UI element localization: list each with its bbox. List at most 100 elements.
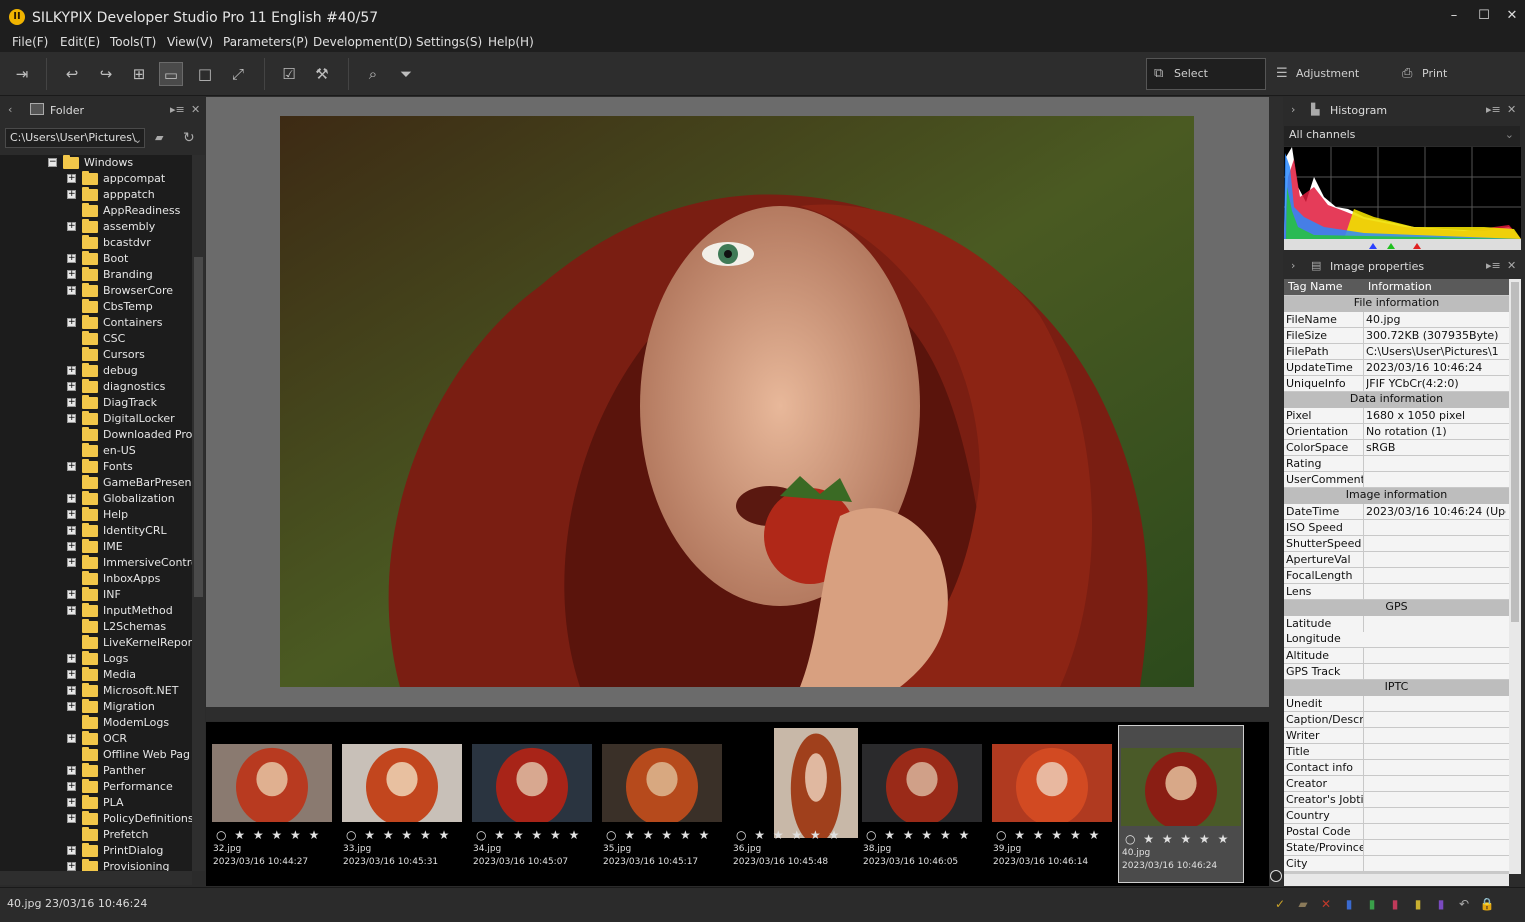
properties-row[interactable]: Lens — [1284, 584, 1509, 600]
tree-item[interactable]: Downloaded Pro — [0, 427, 192, 443]
properties-row[interactable]: Creator's Jobtit — [1284, 792, 1509, 808]
tree-item[interactable]: + DigitalLocker — [0, 411, 192, 427]
properties-row[interactable]: FileName 40.jpg — [1284, 312, 1509, 328]
properties-horizontal-scrollbar[interactable] — [1284, 874, 1509, 886]
tree-item[interactable]: Prefetch — [0, 827, 192, 843]
expand-toggle-icon[interactable]: + — [67, 174, 76, 183]
fullscreen-icon[interactable]: ⤢ — [226, 62, 250, 86]
preview-filmstrip-view-icon[interactable]: ▭ — [159, 62, 183, 86]
tree-item[interactable]: CbsTemp — [0, 299, 192, 315]
filmstrip-thumbnail[interactable]: ○ ★ ★ ★ ★ ★ 40.jpg 2023/03/16 10:46:24 — [1118, 725, 1244, 883]
properties-row[interactable]: ApertureVal — [1284, 552, 1509, 568]
menu-development[interactable]: Development(D) — [313, 35, 412, 49]
tree-item[interactable]: LiveKernelReport — [0, 635, 192, 651]
expand-toggle-icon[interactable]: + — [67, 766, 76, 775]
tree-item[interactable]: + Containers — [0, 315, 192, 331]
tree-item[interactable]: + Branding — [0, 267, 192, 283]
print-mode-button[interactable]: ⎙ Print — [1402, 58, 1447, 90]
tag-tool-icon[interactable]: ⚒ — [310, 62, 334, 86]
expand-toggle-icon[interactable]: + — [67, 542, 76, 551]
preview-horizontal-scrollbar[interactable] — [206, 707, 1269, 721]
properties-row[interactable]: ColorSpace sRGB — [1284, 440, 1509, 456]
properties-row[interactable]: Altitude — [1284, 648, 1509, 664]
expand-toggle-icon[interactable]: + — [67, 670, 76, 679]
tree-item[interactable]: + Performance — [0, 779, 192, 795]
properties-row[interactable]: FileSize 300.72KB (307935Byte) — [1284, 328, 1509, 344]
properties-row[interactable]: Orientation No rotation (1) — [1284, 424, 1509, 440]
lock-icon[interactable]: 🔒 — [1479, 896, 1495, 912]
tree-item[interactable]: + PrintDialog — [0, 843, 192, 859]
properties-row[interactable]: DateTime 2023/03/16 10:46:24 (Upd — [1284, 504, 1509, 520]
tree-item[interactable]: ModemLogs — [0, 715, 192, 731]
adjustment-mode-button[interactable]: ☰ Adjustment — [1276, 58, 1359, 90]
rating-stars[interactable]: ○ ★ ★ ★ ★ ★ — [606, 828, 711, 842]
folder-tree[interactable]: − Windows + appcompat + apppatch AppReadiness +… — [0, 155, 192, 871]
menu-edit[interactable]: Edit(E) — [60, 35, 100, 49]
panel-menu-icon[interactable]: ▸≡ — [170, 103, 185, 116]
tree-item[interactable]: + PolicyDefinitions — [0, 811, 192, 827]
tree-item[interactable]: GameBarPresenc — [0, 475, 192, 491]
properties-row[interactable]: Latitude Longitude — [1284, 616, 1509, 648]
properties-row[interactable]: Caption/Descri — [1284, 712, 1509, 728]
properties-row[interactable]: Unedit — [1284, 696, 1509, 712]
filter-icon[interactable]: ⏷ — [394, 62, 418, 86]
tree-item[interactable]: + apppatch — [0, 187, 192, 203]
expand-toggle-icon[interactable]: + — [67, 606, 76, 615]
panel-menu-icon[interactable]: ▸≡ — [1486, 103, 1501, 116]
expand-toggle-icon[interactable]: + — [67, 782, 76, 791]
tree-item[interactable]: + InputMethod — [0, 603, 192, 619]
select-mode-label[interactable]: ⧉ Select — [1154, 58, 1208, 90]
properties-row[interactable]: UniqueInfo JFIF YCbCr(4:2:0) — [1284, 376, 1509, 392]
delete-icon[interactable]: ✕ — [1318, 896, 1334, 912]
properties-row[interactable]: UpdateTime 2023/03/16 10:46:24 — [1284, 360, 1509, 376]
tree-item[interactable]: + IdentityCRL — [0, 523, 192, 539]
menu-view[interactable]: View(V) — [167, 35, 213, 49]
expand-toggle-icon[interactable]: + — [67, 510, 76, 519]
tree-item[interactable]: L2Schemas — [0, 619, 192, 635]
tree-item-windows[interactable]: − Windows — [0, 155, 192, 171]
grid-view-icon[interactable]: ⊞ — [127, 62, 151, 86]
rating-stars[interactable]: ○ ★ ★ ★ ★ ★ — [216, 828, 321, 842]
tree-item[interactable]: + Microsoft.NET — [0, 683, 192, 699]
tree-item[interactable]: + Migration — [0, 699, 192, 715]
tree-item[interactable]: + appcompat — [0, 171, 192, 187]
minimize-button[interactable]: – — [1442, 6, 1466, 26]
collapse-chevron-icon[interactable]: ‹ — [8, 103, 12, 116]
filmstrip-thumbnail[interactable]: ○ ★ ★ ★ ★ ★ 33.jpg 2023/03/16 10:45:31 — [340, 722, 468, 886]
tree-item[interactable]: bcastdvr — [0, 235, 192, 251]
properties-scroll-thumb[interactable] — [1511, 282, 1519, 622]
panel-close-icon[interactable]: ✕ — [1507, 103, 1516, 116]
tree-item[interactable]: + Logs — [0, 651, 192, 667]
next-image-icon[interactable]: ↪ — [94, 62, 118, 86]
open-folder-icon[interactable]: ▰ — [155, 131, 163, 144]
expand-toggle-icon[interactable]: + — [67, 686, 76, 695]
tree-item[interactable]: + Help — [0, 507, 192, 523]
filmstrip-thumbnail[interactable]: ○ ★ ★ ★ ★ ★ 38.jpg 2023/03/16 10:46:05 — [860, 722, 988, 886]
properties-row[interactable]: GPS Track — [1284, 664, 1509, 680]
label-green-icon[interactable]: ▮ — [1364, 896, 1380, 912]
properties-row[interactable]: State/Province — [1284, 840, 1509, 856]
tree-item[interactable]: + Globalization — [0, 491, 192, 507]
label-purple-icon[interactable]: ▮ — [1433, 896, 1449, 912]
expand-toggle-icon[interactable]: + — [67, 702, 76, 711]
properties-row[interactable]: FocalLength — [1284, 568, 1509, 584]
tree-scroll-thumb[interactable] — [194, 257, 203, 597]
properties-row[interactable]: Country — [1284, 808, 1509, 824]
properties-row[interactable]: Postal Code — [1284, 824, 1509, 840]
tree-item[interactable]: + Fonts — [0, 459, 192, 475]
expand-toggle-icon[interactable]: + — [67, 222, 76, 231]
tree-item[interactable]: AppReadiness — [0, 203, 192, 219]
expand-toggle-icon[interactable]: + — [67, 270, 76, 279]
rating-stars[interactable]: ○ ★ ★ ★ ★ ★ — [346, 828, 451, 842]
menu-tools[interactable]: Tools(T) — [110, 35, 156, 49]
properties-row[interactable]: ISO Speed — [1284, 520, 1509, 536]
undo-icon[interactable]: ↶ — [1456, 896, 1472, 912]
filmstrip-thumbnail[interactable]: ○ ★ ★ ★ ★ ★ 32.jpg 2023/03/16 10:44:27 — [210, 722, 338, 886]
previous-image-icon[interactable]: ↩ — [60, 62, 84, 86]
rating-stars[interactable]: ○ ★ ★ ★ ★ ★ — [476, 828, 581, 842]
menu-parameters[interactable]: Parameters(P) — [223, 35, 308, 49]
rating-stars[interactable]: ○ ★ ★ ★ ★ ★ — [736, 828, 841, 842]
expand-toggle-icon[interactable]: + — [67, 862, 76, 871]
properties-row[interactable]: FilePath C:\Users\User\Pictures\1 — [1284, 344, 1509, 360]
expand-toggle-icon[interactable]: + — [67, 414, 76, 423]
